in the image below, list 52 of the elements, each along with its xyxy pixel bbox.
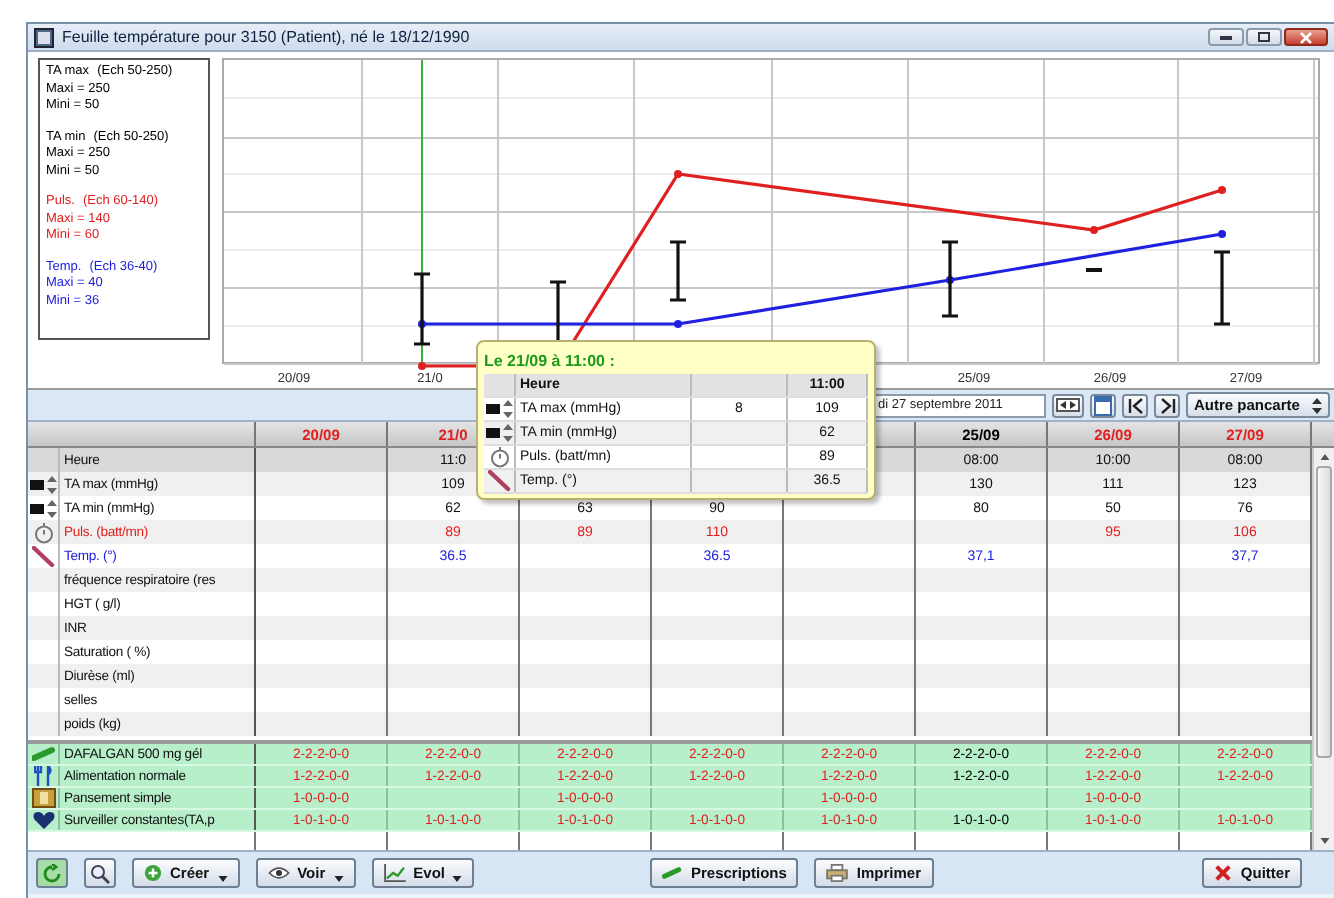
pill-icon: [662, 866, 683, 880]
period-button[interactable]: [1052, 393, 1084, 417]
up-arrow-icon: [1319, 454, 1329, 460]
cuff-icon: [29, 475, 57, 493]
heart-icon: [31, 810, 55, 830]
plus-icon: [144, 864, 162, 882]
caret-icon: [452, 876, 463, 882]
refresh-button[interactable]: [36, 858, 68, 888]
down-arrow-icon: [1319, 838, 1329, 844]
caret-icon: [333, 876, 344, 882]
cuff-icon: [485, 424, 513, 442]
pressure-bar: [412, 272, 432, 346]
minimize-button[interactable]: [1208, 28, 1244, 46]
scroll-thumb[interactable]: [1316, 466, 1332, 758]
pressure-bar: [1212, 250, 1232, 326]
stopwatch-icon: [33, 521, 53, 543]
close-icon: [1300, 31, 1312, 43]
caret-icon: [217, 876, 228, 882]
cuff-icon: [485, 400, 513, 418]
calendar-button[interactable]: [1090, 393, 1116, 417]
cuff-icon: [29, 499, 57, 517]
window-title: Feuille température pour 3150 (Patient), né le 18/12/1990: [62, 28, 470, 46]
updown-icon: [1312, 397, 1322, 413]
stopwatch-icon: [489, 446, 509, 468]
last-button[interactable]: [1154, 393, 1180, 417]
first-button[interactable]: [1122, 393, 1148, 417]
zoom-button[interactable]: [84, 858, 116, 888]
minimize-icon: [1220, 35, 1232, 39]
cutlery-icon: [33, 766, 53, 786]
thermometer-icon: [31, 545, 55, 567]
maximize-button[interactable]: [1246, 28, 1282, 46]
thermometer-icon: [487, 470, 511, 492]
pressure-mark: [1086, 268, 1102, 272]
zoom-icon: [90, 863, 110, 883]
eye-icon: [267, 866, 290, 880]
refresh-icon: [42, 863, 62, 883]
pressure-bar: [668, 240, 688, 302]
calendar-icon: [1094, 395, 1112, 415]
pressure-bar: [940, 240, 960, 318]
close-button[interactable]: [1284, 28, 1328, 46]
first-icon: [1127, 397, 1143, 413]
pill-icon: [31, 746, 55, 762]
arrows-icon: [1056, 398, 1080, 412]
bandage-icon: [31, 788, 55, 808]
tooltip-title: Le 21/09 à 11:00 :: [484, 349, 617, 373]
chart-icon: [383, 864, 406, 882]
app-icon: [34, 27, 54, 47]
last-icon: [1159, 397, 1175, 413]
scrollbar[interactable]: [1312, 448, 1334, 850]
maximize-icon: [1258, 32, 1270, 42]
printer-icon: [826, 864, 849, 882]
close-icon: [1214, 864, 1233, 882]
